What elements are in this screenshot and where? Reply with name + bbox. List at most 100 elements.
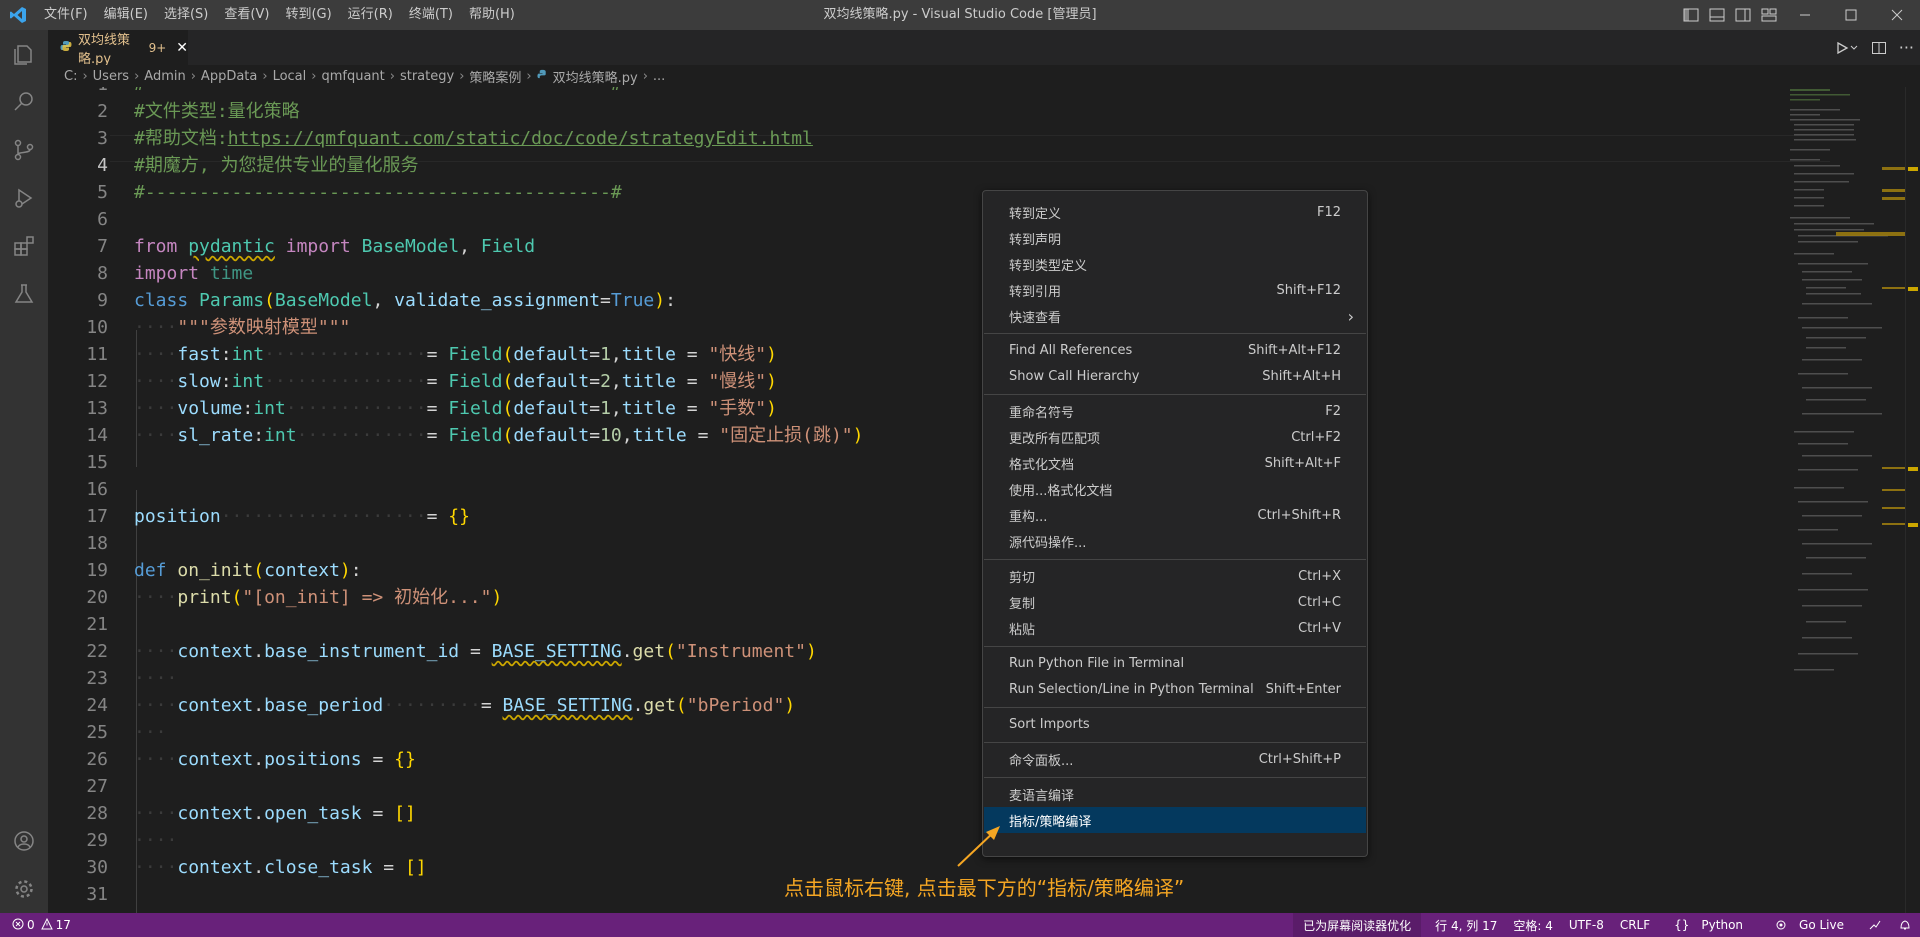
line-number: 11 [86, 344, 108, 365]
tab-problems-count: 9+ [148, 40, 167, 55]
menu-view[interactable]: 查看(V) [216, 0, 277, 30]
vertical-scrollbar[interactable] [1905, 87, 1920, 913]
menu-item-peek[interactable]: 快速查看 › [984, 303, 1366, 329]
menu-item-change-all-occurrences[interactable]: 更改所有匹配项 Ctrl+F2 [984, 424, 1366, 450]
language-label: Python [1701, 918, 1744, 932]
breadcrumb-item[interactable]: 双均线策略.py [553, 67, 638, 86]
code-text: ····context.close_task = [] [134, 857, 427, 878]
code-line: 18 [48, 530, 1778, 557]
menu-item-go-to-references[interactable]: 转到引用 Shift+F12 [984, 277, 1366, 303]
breadcrumb-item[interactable]: ... [653, 69, 665, 84]
scrollbar-warning-marker [1908, 523, 1918, 527]
line-number: 9 [97, 290, 108, 311]
menu-item-label: 快速查看 [1009, 310, 1062, 326]
run-debug-icon[interactable] [0, 174, 48, 222]
tab-close-icon[interactable]: ✕ [176, 40, 188, 56]
source-control-icon[interactable] [0, 126, 48, 174]
notifications-bell-icon[interactable] [1898, 918, 1912, 932]
more-actions-icon[interactable]: ··· [1899, 38, 1914, 57]
screen-reader-status[interactable]: 已为屏幕阅读器优化 [1293, 913, 1422, 937]
menu-item-format-document-with[interactable]: 使用...格式化文档 [984, 476, 1366, 502]
menu-item-indicator-strategy-compile[interactable]: 指标/策略编译 [984, 807, 1366, 833]
menu-item-format-document[interactable]: 格式化文档 Shift+Alt+F [984, 450, 1366, 476]
menu-go[interactable]: 转到(G) [277, 0, 339, 30]
menu-item-rename-symbol[interactable]: 重命名符号 F2 [984, 398, 1366, 424]
breadcrumb-item[interactable]: Local [273, 69, 307, 84]
feedback-icon[interactable] [1868, 918, 1882, 932]
line-number: 5 [97, 182, 108, 203]
class-name: BaseModel [274, 290, 373, 311]
account-icon[interactable] [0, 817, 48, 865]
menu-item-mai-language-compile[interactable]: 麦语言编译 [984, 781, 1366, 807]
explorer-icon[interactable] [0, 30, 48, 78]
variable: position [134, 506, 221, 527]
menu-item-cut[interactable]: 剪切 Ctrl+X [984, 563, 1366, 589]
menu-item-find-all-references[interactable]: Find All References Shift+Alt+F12 [984, 337, 1366, 363]
menu-file[interactable]: 文件(F) [36, 0, 96, 30]
code-line: 29 ···· [48, 827, 1778, 854]
menu-item-source-action[interactable]: 源代码操作... [984, 528, 1366, 554]
breadcrumb-item[interactable]: strategy [400, 69, 454, 84]
literal: [] [394, 803, 416, 824]
menu-edit[interactable]: 编辑(E) [96, 0, 156, 30]
tab-strategy-file[interactable]: 双均线策略.py 9+ ✕ [48, 30, 188, 67]
code-line: 3 #帮助文档:https://qmfquant.com/static/doc/c… [48, 125, 1778, 152]
toggle-sidebar-icon[interactable] [1678, 0, 1704, 30]
menu-item-show-call-hierarchy[interactable]: Show Call Hierarchy Shift+Alt+H [984, 363, 1366, 389]
indentation-status[interactable]: 空格: 4 [1513, 917, 1553, 934]
minimize-icon[interactable] [1782, 0, 1828, 30]
menu-item-copy[interactable]: 复制 Ctrl+C [984, 589, 1366, 615]
menu-item-run-selection[interactable]: Run Selection/Line in Python Terminal Shi… [984, 676, 1366, 702]
menu-item-sort-imports[interactable]: Sort Imports [984, 711, 1366, 737]
split-editor-icon[interactable] [1871, 40, 1887, 56]
number: 10 [600, 425, 622, 446]
menu-item-run-python-file[interactable]: Run Python File in Terminal [984, 650, 1366, 676]
maximize-icon[interactable] [1828, 0, 1874, 30]
menu-selection[interactable]: 选择(S) [156, 0, 216, 30]
manage-gear-icon[interactable] [0, 865, 48, 913]
code-text: ····context.base_period·········= BASE_S… [134, 695, 796, 716]
extensions-icon[interactable] [0, 222, 48, 270]
class-name: Field [480, 236, 536, 257]
close-window-icon[interactable] [1874, 0, 1920, 30]
search-icon[interactable] [0, 78, 48, 126]
menu-item-go-to-type-definition[interactable]: 转到类型定义 [984, 251, 1366, 277]
breadcrumb-item[interactable]: C: [64, 69, 77, 84]
breadcrumb-item[interactable]: qmfquant [321, 69, 384, 84]
menu-item-go-to-definition[interactable]: 转到定义 F12 [984, 199, 1366, 225]
eol-status[interactable]: CRLF [1620, 918, 1650, 932]
menu-item-paste[interactable]: 粘贴 Ctrl+V [984, 615, 1366, 641]
cursor-position[interactable]: 行 4, 列 17 [1435, 917, 1497, 934]
annotation-text: 点击鼠标右键, 点击最下方的“指标/策略编译” [784, 876, 1185, 900]
keyword: import [285, 236, 351, 257]
menu-run[interactable]: 运行(R) [340, 0, 401, 30]
breadcrumb-item[interactable]: Admin [144, 69, 185, 84]
menu-terminal[interactable]: 终端(T) [401, 0, 461, 30]
type-name: int [253, 398, 286, 419]
line-number: 15 [86, 452, 108, 473]
breadcrumb-item[interactable]: 策略案例 [469, 67, 521, 86]
minimap[interactable] [1786, 87, 1906, 913]
menu-item-refactor[interactable]: 重构... Ctrl+Shift+R [984, 502, 1366, 528]
code-text: def on_init(context): [134, 560, 362, 581]
chevron-right-icon: › [1347, 306, 1354, 326]
language-mode[interactable]: {} Python [1666, 918, 1751, 932]
menu-item-command-palette[interactable]: 命令面板... Ctrl+Shift+P [984, 746, 1366, 772]
doc-link[interactable]: https://qmfquant.com/static/doc/code/str… [228, 128, 813, 149]
encoding-status[interactable]: UTF-8 [1569, 918, 1604, 932]
testing-flask-icon[interactable] [0, 270, 48, 318]
go-live-button[interactable]: Go Live [1767, 918, 1852, 932]
breadcrumb-item[interactable]: AppData [201, 69, 257, 84]
menu-help[interactable]: 帮助(H) [461, 0, 523, 30]
braces-icon: {} [1674, 918, 1690, 932]
string: "慢线" [708, 371, 767, 392]
run-python-file-icon[interactable] [1835, 41, 1859, 55]
whitespace: ···· [134, 668, 178, 689]
customize-layout-icon[interactable] [1756, 0, 1782, 30]
problems-status[interactable]: 0 17 [12, 913, 71, 937]
breadcrumb-item[interactable]: Users [93, 69, 129, 84]
toggle-secondary-sidebar-icon[interactable] [1730, 0, 1756, 30]
toggle-panel-icon[interactable] [1704, 0, 1730, 30]
menu-item-go-to-declaration[interactable]: 转到声明 [984, 225, 1366, 251]
line-number: 12 [86, 371, 108, 392]
